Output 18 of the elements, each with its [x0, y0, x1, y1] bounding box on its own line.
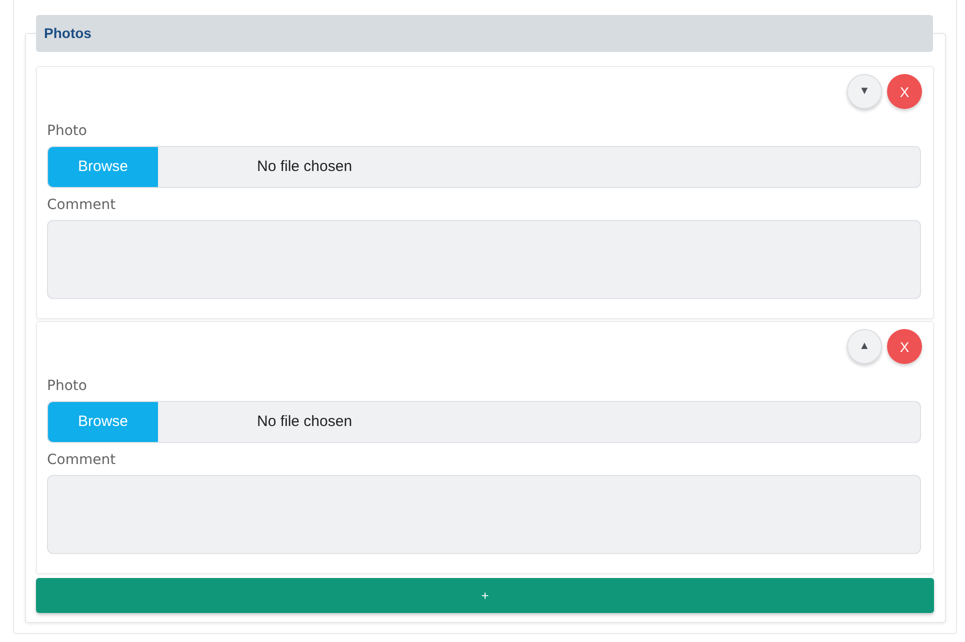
comment-field[interactable] [47, 220, 921, 299]
field-label: Photo [47, 122, 87, 140]
remove-button[interactable]: X [887, 329, 922, 364]
section-title: Photos [44, 24, 92, 43]
browse-button[interactable]: Browse [48, 402, 158, 442]
add-button[interactable]: + [36, 578, 934, 613]
field-label: Comment [47, 450, 116, 470]
file-input[interactable]: Browse No file chosen [47, 401, 921, 443]
remove-button[interactable]: X [887, 74, 922, 109]
move-button[interactable]: ▼ [847, 74, 882, 109]
browse-button[interactable]: Browse [48, 147, 158, 187]
field-label: Photo [47, 376, 87, 396]
field-label: Comment [47, 196, 116, 214]
file-status-text: No file chosen [257, 156, 352, 177]
comment-field[interactable] [47, 475, 921, 554]
move-button[interactable]: ▲ [847, 329, 882, 364]
file-status-text: No file chosen [257, 412, 352, 432]
file-input[interactable]: Browse No file chosen [47, 146, 921, 188]
